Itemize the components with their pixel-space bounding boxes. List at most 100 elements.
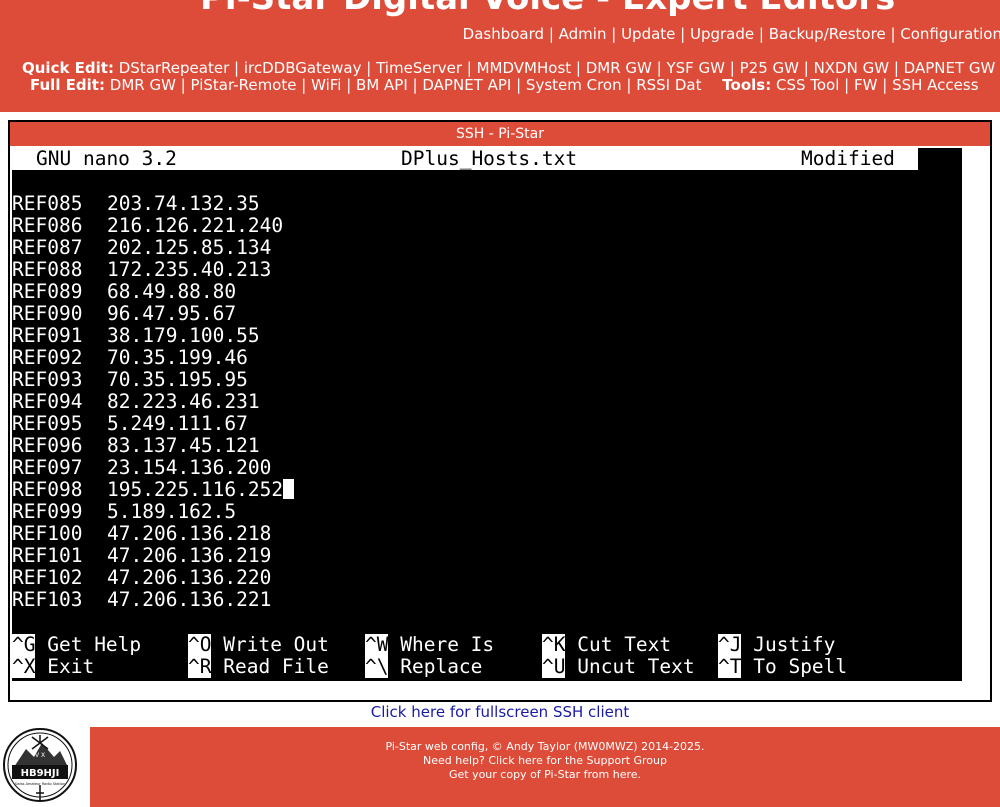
- host-name: REF087: [12, 236, 83, 259]
- page-header: Pi-Star Digital Voice - Expert Editors D…: [0, 0, 1000, 112]
- shortcut-key: ^K: [542, 633, 566, 656]
- page-title: Pi-Star Digital Voice - Expert Editors: [200, 0, 895, 18]
- shortcut-key: ^X: [12, 655, 36, 678]
- separator: |: [341, 76, 357, 94]
- separator: |: [798, 59, 814, 77]
- shortcut-where-is: ^W Where Is: [365, 634, 494, 656]
- host-line: REF097 23.154.136.200: [12, 457, 294, 479]
- full-edit-bm-api-link[interactable]: BM API: [356, 76, 408, 94]
- host-line: REF085 203.74.132.35: [12, 193, 294, 215]
- quick-edit-dmr-gw-link[interactable]: DMR GW: [586, 59, 652, 77]
- tools-css-tool-link[interactable]: CSS Tool: [776, 76, 839, 94]
- host-ip: 216.126.221.240: [107, 214, 284, 237]
- host-line: REF089 68.49.88.80: [12, 281, 294, 303]
- tools-ssh-access-link[interactable]: SSH Access: [892, 76, 978, 94]
- host-line: REF099 5.189.162.5: [12, 501, 294, 523]
- separator: |: [889, 59, 904, 77]
- nav-upgrade-link[interactable]: Upgrade: [690, 25, 754, 43]
- shortcut-label: To Spell: [753, 655, 848, 678]
- separator: |: [229, 59, 244, 77]
- host-name: REF089: [12, 280, 83, 303]
- nano-filename: DPlus_Hosts.txt: [401, 148, 578, 170]
- host-name: REF100: [12, 522, 83, 545]
- quick-edit-p25-gw-link[interactable]: P25 GW: [740, 59, 799, 77]
- host-line: REF087 202.125.85.134: [12, 237, 294, 259]
- full-edit-pistar-remote-link[interactable]: PiStar-Remote: [191, 76, 297, 94]
- full-edit-dmr-gw-link[interactable]: DMR GW: [110, 76, 176, 94]
- fullscreen-ssh-link[interactable]: Click here for fullscreen SSH client: [0, 703, 1000, 721]
- top-nav: Dashboard | Admin | Update | Upgrade | B…: [463, 25, 1000, 43]
- host-ip: 195.225.116.252: [107, 478, 284, 501]
- separator: |: [175, 76, 191, 94]
- host-line: REF101 47.206.136.219: [12, 545, 294, 567]
- footer-download-link[interactable]: Get your copy of Pi-Star from here.: [90, 768, 1000, 781]
- host-line: REF098 195.225.116.252: [12, 478, 295, 501]
- full-edit-system-cron-link[interactable]: System Cron: [526, 76, 622, 94]
- full-edit-rssi-dat-link[interactable]: RSSI Dat: [636, 76, 701, 94]
- quick-edit-ysf-gw-link[interactable]: YSF GW: [666, 59, 725, 77]
- host-line: REF091 38.179.100.55: [12, 325, 294, 347]
- host-ip: 47.206.136.218: [107, 522, 272, 545]
- shortcut-key: ^G: [12, 633, 36, 656]
- host-ip: 83.137.45.121: [107, 434, 260, 457]
- quick-edit-mmdvmhost-link[interactable]: MMDVMHost: [477, 59, 572, 77]
- shortcut-label: Replace: [400, 655, 483, 678]
- nav-configuration-link[interactable]: Configuration: [900, 25, 1000, 43]
- file-content[interactable]: REF085 203.74.132.35 REF086 216.126.221.240…: [12, 193, 295, 611]
- nav-update-link[interactable]: Update: [621, 25, 675, 43]
- shortcut-cut-text: ^K Cut Text: [542, 634, 671, 656]
- footer-copyright: Pi-Star web config, © Andy Taylor (MW0MW…: [385, 740, 705, 753]
- shortcut-exit: ^X Exit: [12, 656, 94, 678]
- host-ip: 82.223.46.231: [107, 390, 260, 413]
- quick-edit-ircddbgateway-link[interactable]: ircDDBGateway: [244, 59, 362, 77]
- ssh-terminal[interactable]: GNU nano 3.2 DPlus_Hosts.txt Modified RE…: [12, 148, 962, 681]
- shortcut-write-out: ^O Write Out: [188, 634, 329, 656]
- host-name: REF088: [12, 258, 83, 281]
- separator: |: [839, 76, 854, 94]
- tools-label: Tools:: [722, 76, 772, 94]
- host-line: REF086 216.126.221.240: [12, 215, 294, 237]
- full-edit-wifi-link[interactable]: WiFi: [311, 76, 341, 94]
- host-line: REF102 47.206.136.220: [12, 567, 294, 589]
- host-ip: 202.125.85.134: [107, 236, 272, 259]
- shortcut-key: ^U: [542, 655, 566, 678]
- full-edit-dapnet-api-link[interactable]: DAPNET API: [422, 76, 511, 94]
- host-name: REF091: [12, 324, 83, 347]
- shortcut-label: Exit: [47, 655, 95, 678]
- host-name: REF103: [12, 588, 83, 611]
- host-ip: 203.74.132.35: [107, 192, 260, 215]
- host-line: REF095 5.249.111.67: [12, 413, 294, 435]
- host-name: REF097: [12, 456, 83, 479]
- host-name: REF096: [12, 434, 83, 457]
- shortcut-key: ^W: [365, 633, 389, 656]
- host-name: REF102: [12, 566, 83, 589]
- page-footer: HB9HJI Swiss Amateur Radio Station V X P…: [0, 727, 1000, 807]
- footer-support-link[interactable]: Need help? Click here for the Support Gr…: [90, 754, 1000, 767]
- separator: |: [754, 25, 769, 43]
- quick-edit-timeserver-link[interactable]: TimeServer: [376, 59, 462, 77]
- nav-admin-link[interactable]: Admin: [559, 25, 607, 43]
- host-name: REF101: [12, 544, 83, 567]
- host-line: REF088 172.235.40.213: [12, 259, 294, 281]
- quick-edit-dstarrepeater-link[interactable]: DStarRepeater: [119, 59, 230, 77]
- tools-links: CSS Tool | FW | SSH Access: [776, 76, 979, 94]
- host-ip: 23.154.136.200: [107, 456, 272, 479]
- nav-backup-restore-link[interactable]: Backup/Restore: [769, 25, 886, 43]
- separator: |: [571, 59, 586, 77]
- host-ip: 47.206.136.219: [107, 544, 272, 567]
- quick-edit-bar: Quick Edit: DStarRepeater | ircDDBGatewa…: [22, 59, 995, 77]
- quick-edit-nxdn-gw-link[interactable]: NXDN GW: [814, 59, 890, 77]
- host-line: REF090 96.47.95.67: [12, 303, 294, 325]
- shortcut-read-file: ^R Read File: [188, 656, 329, 678]
- quick-edit-dapnet-gw-link[interactable]: DAPNET GW: [904, 59, 996, 77]
- nav-dashboard-link[interactable]: Dashboard: [463, 25, 544, 43]
- host-name: REF095: [12, 412, 83, 435]
- host-name: REF094: [12, 390, 83, 413]
- station-logo-icon: HB9HJI Swiss Amateur Radio Station V X: [3, 728, 77, 802]
- tools-fw-link[interactable]: FW: [854, 76, 877, 94]
- shortcut-label: Get Help: [47, 633, 142, 656]
- host-ip: 70.35.195.95: [107, 368, 248, 391]
- shortcut-key: ^\: [365, 655, 389, 678]
- shortcut-label: Cut Text: [577, 633, 672, 656]
- shortcut-label: Uncut Text: [577, 655, 695, 678]
